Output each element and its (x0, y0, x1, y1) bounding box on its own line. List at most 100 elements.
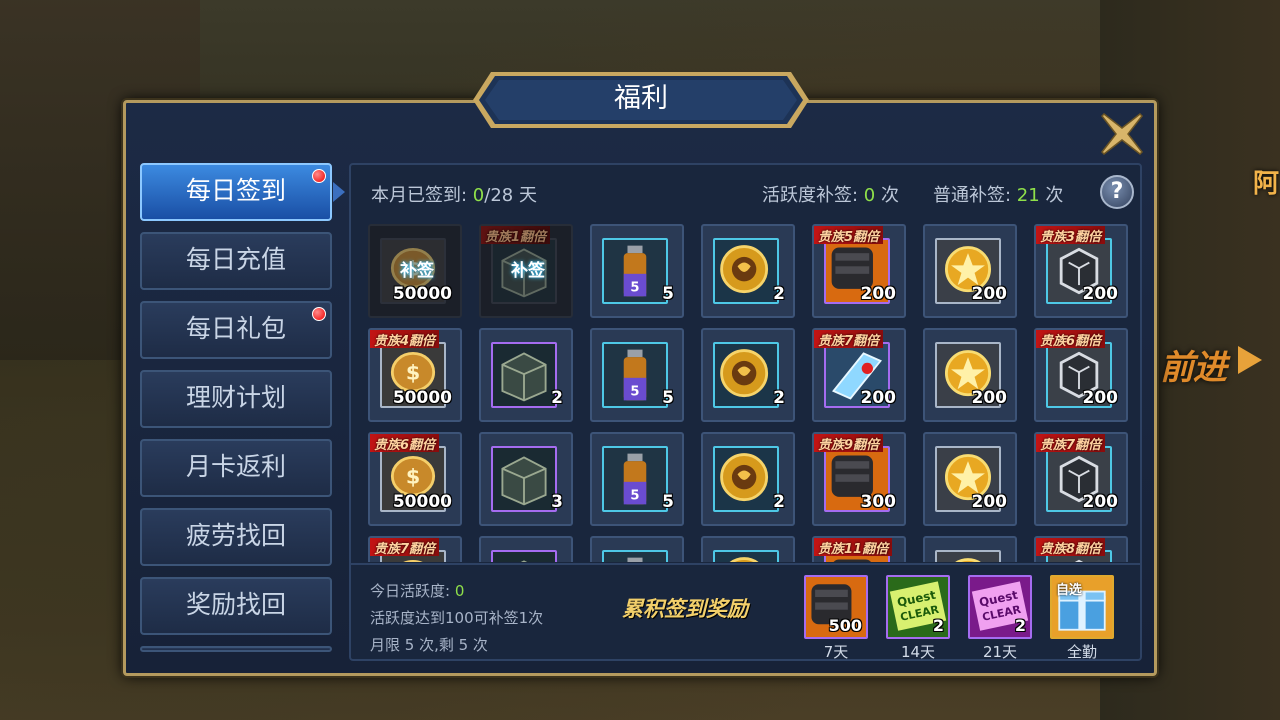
background-arrow-icon (1238, 346, 1262, 374)
medal-coin-icon (713, 550, 779, 562)
potion-icon: 5 (602, 446, 668, 512)
vip-double-tag: 贵族7翻倍 (1036, 434, 1106, 453)
day-reward-cell[interactable]: 300 贵族9翻倍 (812, 432, 906, 526)
monthly-signed-stat: 本月已签到: 0/28 天 (371, 185, 537, 206)
day-reward-cell[interactable]: 200 (923, 224, 1017, 318)
sidebar-tab-overflow[interactable] (140, 646, 332, 652)
sidebar-tab-1[interactable]: 每日充值 (140, 232, 332, 290)
active-makeup-stat: 活跃度补签: 0 次 (762, 185, 899, 206)
optional-pick-label: 自选 (1056, 583, 1083, 598)
sidebar-tab-4[interactable]: 月卡返利 (140, 439, 332, 497)
vip-double-tag: 贵族1翻倍 (481, 226, 551, 245)
item-quantity: 200 (971, 388, 1008, 408)
day-reward-cell[interactable]: 2 (701, 224, 795, 318)
sidebar-tab-3[interactable]: 理财计划 (140, 370, 332, 428)
day-reward-cell[interactable]: 贵族11翻倍 (812, 536, 906, 562)
day-reward-cell[interactable]: 200 贵族5翻倍 (812, 224, 906, 318)
day-reward-cell[interactable] (701, 536, 795, 562)
item-quantity: 3 (551, 492, 563, 512)
item-quantity: 5 (662, 284, 674, 304)
vip-double-tag: 贵族7翻倍 (814, 330, 884, 349)
day-reward-cell[interactable]: 55 (590, 224, 684, 318)
makeup-sign-label: 补签 (511, 261, 545, 281)
sidebar-tab-0[interactable]: 每日签到 (140, 163, 332, 221)
day-reward-cell[interactable]: 补签 贵族1翻倍 (479, 224, 573, 318)
item-quantity: 50000 (392, 388, 452, 408)
day-reward-cell[interactable]: 200 (923, 328, 1017, 422)
vip-double-tag: 贵族3翻倍 (1036, 226, 1106, 245)
day-reward-cell[interactable]: 5 (590, 536, 684, 562)
vip-double-tag: 贵族8翻倍 (1036, 538, 1106, 557)
medal-coin-icon (713, 342, 779, 408)
svg-text:5: 5 (630, 281, 639, 296)
cumulative-reward-day-label: 21天 (982, 643, 1018, 661)
day-reward-cell[interactable]: 200 贵族7翻倍 (1034, 432, 1128, 526)
item-quantity: 2 (551, 388, 563, 408)
item-quantity: 200 (971, 492, 1008, 512)
cumulative-reward-0[interactable]: 500 (804, 575, 868, 639)
treasure-box-icon (491, 446, 557, 512)
sidebar-tab-label: 奖励找回 (185, 590, 286, 619)
item-quantity: 2 (773, 388, 785, 408)
item-quantity: 2 (773, 284, 785, 304)
help-button[interactable]: ? (1100, 175, 1134, 209)
cumulative-reward-2[interactable]: Quest CLEAR 2 (968, 575, 1032, 639)
sidebar-tab-5[interactable]: 疲劳找回 (140, 508, 332, 566)
monthly-limit: 月限 5 次,剩 5 次 (370, 636, 488, 654)
item-quantity: 5 (662, 388, 674, 408)
day-reward-cell[interactable]: $50000 补签 (368, 224, 462, 318)
svg-text:5: 5 (630, 489, 639, 504)
item-quantity: 200 (971, 284, 1008, 304)
medal-coin-icon (713, 446, 779, 512)
cumulative-reward-title: 累积签到奖励 (622, 597, 748, 621)
item-quantity: 200 (860, 284, 897, 304)
item-quantity: 50000 (392, 284, 452, 304)
item-quantity: 50000 (392, 492, 452, 512)
day-reward-cell[interactable]: 200 贵族3翻倍 (1034, 224, 1128, 318)
day-reward-cell[interactable] (479, 536, 573, 562)
treasure-box-icon (491, 342, 557, 408)
item-quantity: 200 (1082, 492, 1119, 512)
cumulative-reward-1[interactable]: Quest CLEAR 2 (886, 575, 950, 639)
daily-reward-grid: $50000 补签 补签 贵族1翻倍 5 5 2 200 贵族5翻倍 200 200 贵族3翻倍 $50… (362, 222, 1134, 562)
day-reward-cell[interactable]: 55 (590, 328, 684, 422)
day-reward-cell[interactable]: 2 (701, 328, 795, 422)
day-reward-cell[interactable]: $贵族7翻倍 (368, 536, 462, 562)
day-reward-cell[interactable]: 55 (590, 432, 684, 526)
day-reward-cell[interactable]: 3 (479, 432, 573, 526)
close-x-icon (1101, 113, 1143, 155)
day-reward-cell[interactable]: 200 贵族6翻倍 (1034, 328, 1128, 422)
sidebar-tab-label: 理财计划 (185, 383, 286, 412)
sidebar-tab-label: 每日礼包 (185, 314, 286, 343)
panel-title: 福利 (614, 83, 668, 114)
item-quantity: 2 (1014, 616, 1026, 635)
item-quantity: 2 (773, 492, 785, 512)
day-reward-cell[interactable]: 200 (923, 432, 1017, 526)
day-reward-cell[interactable]: 2 (701, 432, 795, 526)
bottom-divider (350, 563, 1141, 565)
day-reward-cell[interactable] (923, 536, 1017, 562)
treasure-box-icon (491, 550, 557, 562)
close-button[interactable] (1098, 110, 1146, 158)
sidebar-tab-6[interactable]: 奖励找回 (140, 577, 332, 635)
item-quantity: 2 (932, 616, 944, 635)
sidebar-tab-label: 疲劳找回 (185, 521, 286, 550)
sidebar-tab-label: 月卡返利 (185, 452, 286, 481)
title-plate: 福利 (471, 70, 811, 130)
item-quantity: 200 (1082, 388, 1119, 408)
day-reward-cell[interactable]: $50000 贵族4翻倍 (368, 328, 462, 422)
item-quantity: 5 (662, 492, 674, 512)
makeup-sign-label: 补签 (400, 261, 434, 281)
sidebar-tab-label: 每日充值 (185, 245, 286, 274)
day-reward-cell[interactable]: 200 贵族7翻倍 (812, 328, 906, 422)
day-reward-cell[interactable]: $50000 贵族6翻倍 (368, 432, 462, 526)
day-reward-cell[interactable]: 贵族8翻倍 (1034, 536, 1128, 562)
day-reward-cell[interactable]: 2 (479, 328, 573, 422)
cumulative-reward-day-label: 7天 (823, 643, 849, 661)
sidebar-tab-2[interactable]: 每日礼包 (140, 301, 332, 359)
cumulative-reward-3[interactable]: 自选 (1050, 575, 1114, 639)
potion-icon: 5 (602, 342, 668, 408)
item-quantity: 200 (1082, 284, 1119, 304)
background-npc-name: 阿 (1253, 169, 1280, 199)
svg-text:$: $ (406, 361, 420, 385)
